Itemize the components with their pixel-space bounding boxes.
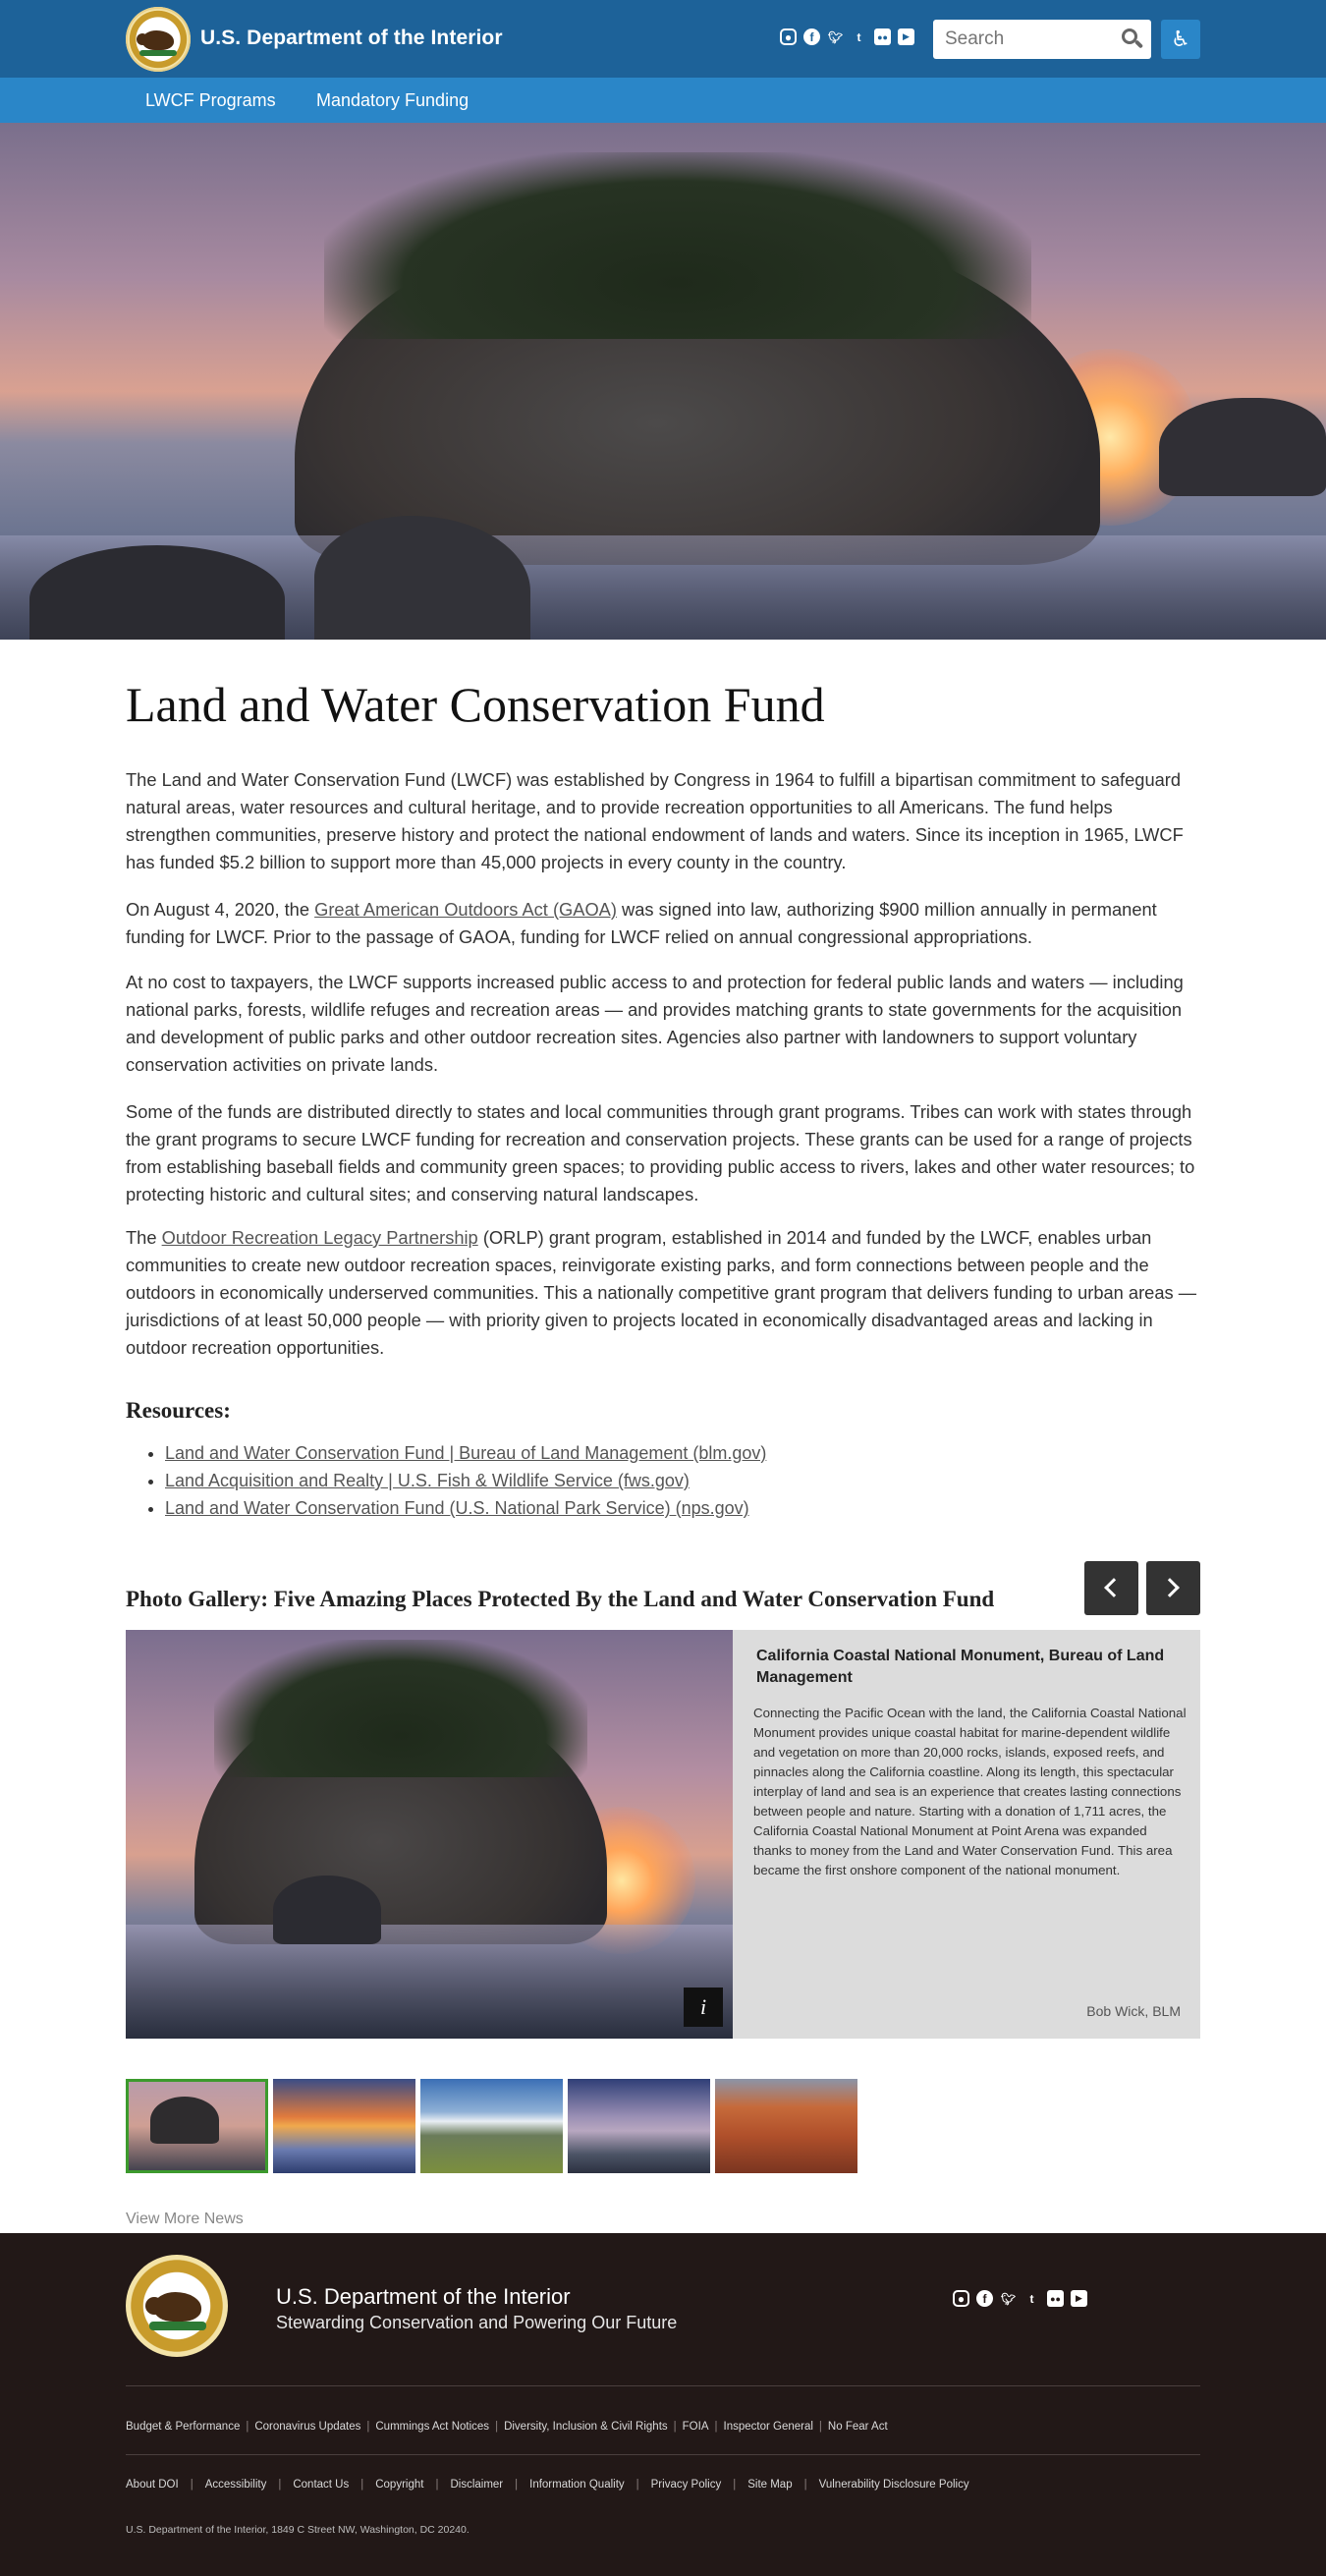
list-item: Land and Water Conservation Fund (U.S. N… (165, 1494, 766, 1522)
instagram-icon[interactable]: ● (780, 28, 797, 45)
orlp-paragraph: The Outdoor Recreation Legacy Partnershi… (126, 1227, 1196, 1358)
doi-seal-logo-footer[interactable] (126, 2255, 228, 2357)
footer-link[interactable]: Site Map (747, 2479, 792, 2491)
footer-link[interactable]: Coronavirus Updates (254, 2421, 360, 2433)
footer-links-row-1: Budget & Performance | Coronavirus Update… (126, 2421, 888, 2433)
image-info-button[interactable]: i (684, 1988, 723, 2027)
slide-heading: California Coastal National Monument, Bu… (756, 1648, 1165, 1686)
gallery-thumbnail-2[interactable] (273, 2079, 415, 2173)
gallery-slide-image (126, 1630, 733, 2039)
site-footer: U.S. Department of the Interior Stewardi… (0, 2233, 1326, 2576)
youtube-icon[interactable]: ▶ (898, 28, 914, 45)
intro-paragraph: The Land and Water Conservation Fund (LW… (126, 769, 1184, 872)
gallery-next-button[interactable] (1146, 1561, 1200, 1615)
footer-link[interactable]: FOIA (683, 2421, 709, 2433)
twitter-icon[interactable]: 🐦︎ (1000, 2290, 1017, 2307)
tumblr-icon[interactable]: t (851, 28, 867, 45)
instagram-icon[interactable]: ● (953, 2290, 969, 2307)
chevron-left-icon (1104, 1578, 1124, 1597)
bison-icon (137, 30, 174, 50)
youtube-icon[interactable]: ▶ (1071, 2290, 1087, 2307)
gallery-title: Photo Gallery: Five Amazing Places Prote… (126, 1587, 995, 1611)
social-links-header: ● f 🐦︎ t ●● ▶ (780, 28, 914, 45)
facebook-icon[interactable]: f (976, 2290, 993, 2307)
nav-item-mandatory-funding[interactable]: Mandatory Funding (316, 90, 469, 111)
list-item: Land and Water Conservation Fund | Burea… (165, 1439, 766, 1467)
resources-heading: Resources: (126, 1398, 231, 1423)
search-button[interactable] (1120, 28, 1144, 51)
footer-links-row-2: About DOI | Accessibility | Contact Us | Co… (126, 2479, 969, 2491)
footer-link[interactable]: Budget & Performance (126, 2421, 240, 2433)
gallery-thumbnails (126, 2079, 857, 2173)
resources-list: Land and Water Conservation Fund | Burea… (165, 1439, 766, 1522)
accessibility-icon: ♿︎ (1171, 27, 1190, 51)
accessibility-button[interactable]: ♿︎ (1161, 20, 1200, 59)
gallery-thumbnail-1[interactable] (126, 2079, 268, 2173)
grants-paragraph: Some of the funds are distributed direct… (126, 1101, 1195, 1204)
footer-link[interactable]: Vulnerability Disclosure Policy (819, 2479, 969, 2491)
twitter-icon[interactable]: 🐦︎ (827, 28, 844, 45)
site-title[interactable]: U.S. Department of the Interior (200, 27, 503, 50)
nav-item-lwcf-programs[interactable]: LWCF Programs (145, 90, 276, 111)
footer-link[interactable]: Cummings Act Notices (375, 2421, 489, 2433)
footer-link[interactable]: Copyright (375, 2479, 423, 2491)
footer-link[interactable]: Information Quality (529, 2479, 625, 2491)
bison-icon (145, 2292, 201, 2322)
footer-link[interactable]: About DOI (126, 2479, 179, 2491)
facebook-icon[interactable]: f (803, 28, 820, 45)
doi-seal-logo[interactable] (126, 7, 191, 72)
gaoa-paragraph: On August 4, 2020, the Great American Ou… (126, 899, 1157, 947)
tumblr-icon[interactable]: t (1023, 2290, 1040, 2307)
gallery-thumbnail-5[interactable] (715, 2079, 857, 2173)
hero-image (0, 123, 1326, 640)
footer-link[interactable]: Disclaimer (450, 2479, 503, 2491)
gallery-prev-button[interactable] (1084, 1561, 1138, 1615)
flickr-icon[interactable]: ●● (874, 28, 891, 45)
footer-link[interactable]: No Fear Act (828, 2421, 888, 2433)
footer-link[interactable]: Inspector General (724, 2421, 813, 2433)
footer-divider (126, 2454, 1200, 2455)
footer-link[interactable]: Privacy Policy (651, 2479, 722, 2491)
flickr-icon[interactable]: ●● (1047, 2290, 1064, 2307)
gallery-thumbnail-4[interactable] (568, 2079, 710, 2173)
slide-description: Connecting the Pacific Ocean with the la… (753, 1706, 1187, 1877)
gallery-caption-panel: California Coastal National Monument, Bu… (733, 1630, 1200, 2039)
taxpayers-paragraph: At no cost to taxpayers, the LWCF suppor… (126, 972, 1184, 1075)
gaoa-link[interactable]: Great American Outdoors Act (GAOA) (314, 899, 617, 920)
footer-link[interactable]: Accessibility (205, 2479, 267, 2491)
footer-address: U.S. Department of the Interior, 1849 C … (126, 2524, 470, 2536)
resource-link-blm[interactable]: Land and Water Conservation Fund | Burea… (165, 1443, 766, 1463)
search-input[interactable] (933, 20, 1151, 59)
footer-divider (126, 2385, 1200, 2386)
social-links-footer: ● f 🐦︎ t ●● ▶ (953, 2290, 1087, 2307)
main-nav: LWCF Programs Mandatory Funding (0, 78, 1326, 123)
list-item: Land Acquisition and Realty | U.S. Fish … (165, 1467, 766, 1494)
top-bar: U.S. Department of the Interior ● f 🐦︎ t… (0, 0, 1326, 78)
resource-link-nps[interactable]: Land and Water Conservation Fund (U.S. N… (165, 1498, 749, 1518)
footer-link[interactable]: Contact Us (293, 2479, 349, 2491)
orlp-link[interactable]: Outdoor Recreation Legacy Partnership (162, 1227, 478, 1248)
footer-tagline: Stewarding Conservation and Powering Our… (276, 2313, 678, 2332)
chevron-right-icon (1160, 1578, 1180, 1597)
footer-title: U.S. Department of the Interior (276, 2284, 571, 2309)
page-title: Land and Water Conservation Fund (126, 677, 825, 732)
resource-link-fws[interactable]: Land Acquisition and Realty | U.S. Fish … (165, 1471, 690, 1490)
footer-link[interactable]: Diversity, Inclusion & Civil Rights (504, 2421, 668, 2433)
photo-credit: Bob Wick, BLM (1086, 2003, 1181, 2019)
view-more-news-link[interactable]: View More News (126, 2211, 244, 2228)
gallery-thumbnail-3[interactable] (420, 2079, 563, 2173)
